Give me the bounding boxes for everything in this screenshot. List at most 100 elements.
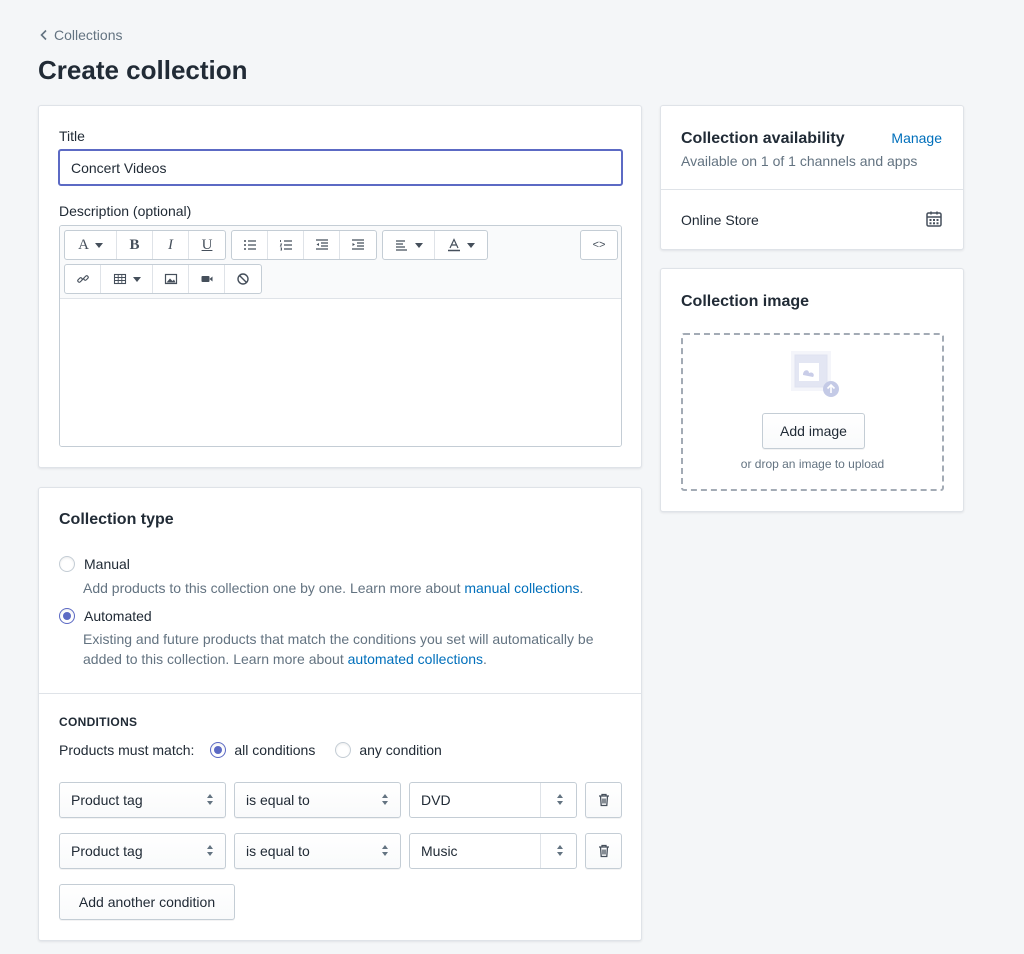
trash-icon xyxy=(598,793,609,807)
condition-operator-value: is equal to xyxy=(246,792,310,808)
image-upload-icon xyxy=(791,351,839,397)
table-button[interactable] xyxy=(101,265,153,293)
any-condition-label[interactable]: any condition xyxy=(359,742,442,758)
description-editor: A B I U <> xyxy=(59,225,622,447)
collection-image-heading: Collection image xyxy=(681,293,810,310)
automated-option[interactable]: Automated xyxy=(59,608,152,624)
list-group xyxy=(231,230,377,260)
condition-value-input[interactable]: Music xyxy=(409,833,577,869)
availability-card: Collection availability Manage Available… xyxy=(660,105,964,250)
font-icon: A xyxy=(78,236,89,253)
insert-image-button[interactable] xyxy=(153,265,189,293)
online-store-channel: Online Store xyxy=(681,212,759,228)
section-divider xyxy=(39,693,641,694)
automated-help: Existing and future products that match … xyxy=(83,631,594,667)
italic-button[interactable]: I xyxy=(153,231,189,259)
description-label: Description (optional) xyxy=(59,203,192,219)
outdent-button[interactable] xyxy=(304,231,340,259)
page-title: Create collection xyxy=(38,55,248,85)
numbered-list-button[interactable] xyxy=(268,231,304,259)
availability-subtitle: Available on 1 of 1 channels and apps xyxy=(681,153,918,169)
description-textarea[interactable] xyxy=(60,299,621,446)
manual-label: Manual xyxy=(84,556,130,572)
breadcrumb-label: Collections xyxy=(54,27,123,43)
add-image-button[interactable]: Add image xyxy=(762,413,865,449)
bold-icon: B xyxy=(129,236,140,253)
conditions-heading: CONDITIONS xyxy=(59,715,138,729)
manage-link[interactable]: Manage xyxy=(891,130,942,146)
trash-icon xyxy=(598,844,609,858)
manual-radio[interactable] xyxy=(59,556,75,572)
link-button[interactable] xyxy=(65,265,101,293)
insert-group xyxy=(64,264,262,294)
select-arrows-icon[interactable] xyxy=(557,845,563,856)
any-condition-radio[interactable] xyxy=(335,742,352,758)
match-label: Products must match: xyxy=(59,742,195,758)
delete-condition-button[interactable] xyxy=(585,833,622,869)
manual-help-text: Add products to this collection one by o… xyxy=(83,580,465,596)
image-icon xyxy=(164,273,177,285)
html-code-icon: <> xyxy=(592,239,606,251)
delete-condition-button[interactable] xyxy=(585,782,622,818)
video-icon xyxy=(201,276,212,282)
breadcrumb[interactable]: Collections xyxy=(38,27,122,43)
condition-field-select[interactable]: Product tag xyxy=(59,782,226,818)
calendar-icon[interactable] xyxy=(925,210,943,228)
text-color-icon xyxy=(448,238,460,252)
bullet-list-icon xyxy=(243,240,256,250)
manual-help: Add products to this collection one by o… xyxy=(83,580,584,596)
html-code-button[interactable]: <> xyxy=(581,231,617,259)
align-icon xyxy=(395,240,407,251)
numbered-list-icon xyxy=(279,240,292,251)
image-dropzone[interactable]: Add image or drop an image to upload xyxy=(681,333,944,491)
title-label: Title xyxy=(59,128,85,144)
outdent-icon xyxy=(315,239,328,250)
condition-operator-select[interactable]: is equal to xyxy=(234,782,401,818)
section-divider xyxy=(661,189,963,190)
condition-value-input[interactable]: DVD xyxy=(409,782,577,818)
bold-button[interactable]: B xyxy=(117,231,153,259)
chevron-down-icon xyxy=(94,242,103,248)
select-arrows-icon xyxy=(382,845,388,856)
font-button[interactable]: A xyxy=(65,231,117,259)
manual-collections-link[interactable]: manual collections xyxy=(464,580,579,596)
indent-button[interactable] xyxy=(340,231,376,259)
title-input[interactable] xyxy=(58,149,623,186)
automated-collections-link[interactable]: automated collections xyxy=(348,651,483,667)
drop-hint: or drop an image to upload xyxy=(740,457,885,471)
format-group xyxy=(382,230,488,260)
select-arrows-icon xyxy=(382,794,388,805)
editor-toolbar: A B I U <> xyxy=(60,226,621,299)
select-arrows-icon xyxy=(207,794,213,805)
select-arrows-icon xyxy=(207,845,213,856)
link-icon xyxy=(76,275,89,283)
indent-icon xyxy=(352,239,364,250)
add-condition-button[interactable]: Add another condition xyxy=(59,884,235,920)
all-conditions-label[interactable]: all conditions xyxy=(234,742,315,758)
condition-value-text: DVD xyxy=(421,792,451,808)
select-arrows-icon[interactable] xyxy=(557,794,563,805)
chevron-down-icon xyxy=(467,242,475,248)
details-card: Title Description (optional) A B I U xyxy=(38,105,642,468)
underline-button[interactable]: U xyxy=(189,231,225,259)
html-group: <> xyxy=(580,230,618,260)
clear-format-button[interactable] xyxy=(225,265,261,293)
chevron-down-icon xyxy=(414,242,423,248)
chevron-left-icon xyxy=(40,29,47,41)
condition-field-value: Product tag xyxy=(71,792,143,808)
condition-field-select[interactable]: Product tag xyxy=(59,833,226,869)
automated-radio[interactable] xyxy=(59,608,75,624)
bullet-list-button[interactable] xyxy=(232,231,268,259)
condition-field-value: Product tag xyxy=(71,843,143,859)
all-conditions-radio[interactable] xyxy=(210,742,227,758)
insert-video-button[interactable] xyxy=(189,265,225,293)
condition-operator-select[interactable]: is equal to xyxy=(234,833,401,869)
text-color-button[interactable] xyxy=(435,231,487,259)
italic-icon: I xyxy=(168,236,173,253)
automated-help-text: Existing and future products that match … xyxy=(83,631,594,667)
underline-icon: U xyxy=(201,236,213,253)
manual-option[interactable]: Manual xyxy=(59,556,130,572)
condition-operator-value: is equal to xyxy=(246,843,310,859)
table-icon xyxy=(113,273,126,285)
align-button[interactable] xyxy=(383,231,435,259)
